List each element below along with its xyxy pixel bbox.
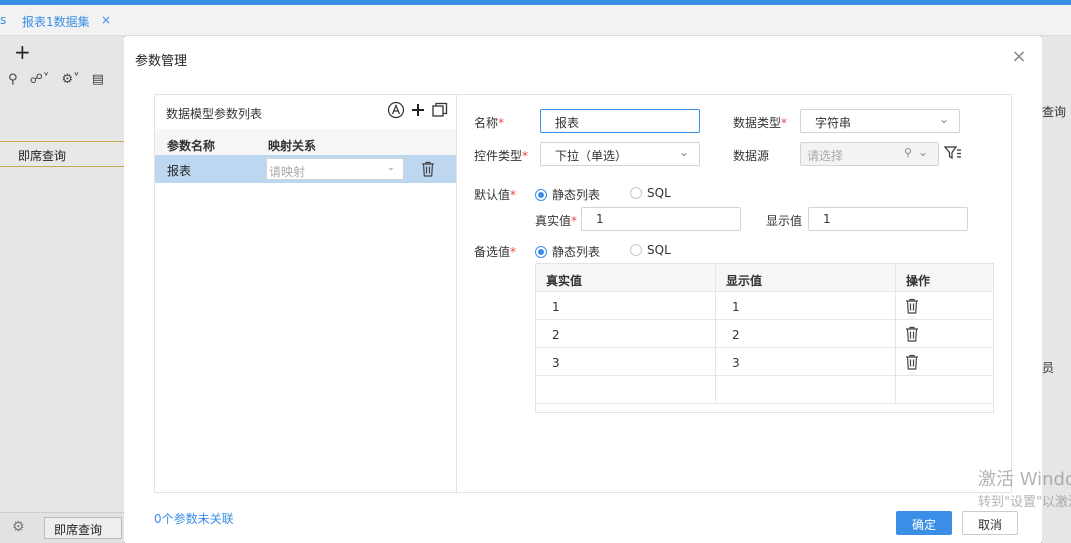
confirm-button[interactable]: 确定 [896,511,952,535]
options-table-header: 真实值 显示值 操作 [536,264,993,292]
table-row: 3 3 [536,348,993,376]
cancel-button[interactable]: 取消 [962,511,1018,535]
cell-display-value[interactable]: 2 [722,320,740,347]
chevron-down-icon: ⌄ [678,145,689,159]
display-value-label: 显示值 [766,214,803,228]
cell-real-value[interactable]: 3 [542,348,560,375]
bottom-tab-adhoc-query[interactable]: 即席查询 [44,517,122,539]
real-value-input[interactable]: 1 [581,207,741,231]
copy-icon[interactable] [431,101,449,119]
cell-display-value[interactable]: 3 [722,348,740,375]
search-icon: ⚲ [903,146,912,159]
tab-close-icon[interactable]: × [101,13,111,27]
chevron-down-icon: ⌄ [938,112,949,126]
parameter-name: 报表 [167,164,192,178]
column-divider [895,264,896,404]
default-radio-static-list[interactable]: 静态列表 [535,186,600,202]
real-value-label: 真实值* [535,214,578,228]
chevron-down-icon: ⌄ [386,162,395,173]
activation-watermark-subtitle: 转到"设置"以激活 [978,495,1071,510]
delete-row-icon[interactable] [905,354,919,370]
data-source-select: 请选择 ⚲ ⌄ [800,142,939,166]
cell-real-value[interactable]: 2 [542,320,560,347]
dialog-body: 数据模型参数列表 参数名称 映射关系 报表 请映射 ⌄ 名称* 报表 数据类型*… [154,94,1012,493]
auto-map-icon[interactable] [387,101,405,119]
more-icon[interactable]: ▤ [92,72,104,87]
delete-row-icon[interactable] [905,326,919,342]
cell-real-value[interactable]: 1 [542,292,560,319]
graph-icon[interactable]: ☍˅ [30,72,50,87]
gear-icon[interactable]: ⚙˅ [61,72,79,87]
data-source-placeholder: 请选择 [807,149,844,163]
default-radio-sql[interactable]: SQL [630,186,671,202]
options-label: 备选值* [474,245,517,259]
name-label: 名称* [474,116,505,130]
parameter-list-header: 参数名称 映射关系 [155,129,456,155]
options-table: 真实值 显示值 操作 1 1 2 2 3 3 [535,263,994,413]
control-type-value: 下拉（单选） [555,149,628,163]
name-input[interactable]: 报表 [540,109,700,133]
column-divider [715,264,716,404]
app-bottom-bar: ⚙ 即席查询 [0,512,124,543]
table-row: 1 1 [536,292,993,320]
close-icon[interactable]: × [1009,46,1029,67]
filter-icon[interactable] [944,145,962,163]
header-real-value: 真实值 [546,274,583,288]
header-display-value: 显示值 [726,274,763,288]
mapping-placeholder: 请映射 [269,165,306,179]
delete-parameter-icon[interactable] [421,161,435,177]
options-radio-sql[interactable]: SQL [630,243,671,259]
control-type-label: 控件类型* [474,149,529,163]
parameter-list-panel: 数据模型参数列表 参数名称 映射关系 报表 请映射 ⌄ [155,95,457,492]
options-radio-static-list[interactable]: 静态列表 [535,243,600,259]
cell-display-value[interactable]: 1 [722,292,740,319]
search-icon[interactable]: ⚲ [8,72,18,87]
tab-fragment[interactable]: s [0,13,6,27]
app-tab-bar: s 报表1数据集 × [0,5,1071,36]
data-type-label: 数据类型* [733,116,788,130]
mapping-select[interactable]: 请映射 ⌄ [266,158,404,180]
chevron-down-icon: ⌄ [917,145,928,159]
data-source-label: 数据源 [733,149,770,163]
delete-row-icon[interactable] [905,298,919,314]
column-header-mapping: 映射关系 [268,139,317,153]
app-toolbar: ⚲ ☍˅ ⚙˅ ▤ [8,72,118,90]
sidebar-item-adhoc-query[interactable]: 即席查询 [0,141,124,167]
table-row-empty[interactable] [536,376,993,404]
data-type-value: 字符串 [815,116,852,130]
activation-watermark-title: 激活 Windows [978,469,1071,490]
settings-icon[interactable]: ⚙ [12,519,25,535]
app-left-panel [0,36,124,543]
parameter-list-title: 数据模型参数列表 [166,107,263,121]
default-value-label: 默认值* [474,188,517,202]
column-header-param-name: 参数名称 [167,139,216,153]
add-parameter-icon[interactable] [409,101,427,119]
right-panel-label: 查询 [1042,105,1067,119]
data-type-select[interactable]: 字符串 ⌄ [800,109,960,133]
parameter-list-toolbar [387,101,451,121]
tab-report-dataset[interactable]: 报表1数据集 [22,13,90,30]
display-value-input[interactable]: 1 [808,207,968,231]
add-icon[interactable]: + [14,40,31,64]
unlinked-params-link[interactable]: 0个参数未关联 [154,510,234,527]
dialog-title: 参数管理 [135,54,188,69]
table-row: 2 2 [536,320,993,348]
header-actions: 操作 [906,274,931,288]
parameter-row[interactable]: 报表 请映射 ⌄ [155,155,456,183]
control-type-select[interactable]: 下拉（单选） ⌄ [540,142,700,166]
parameter-management-dialog: 参数管理 × 数据模型参数列表 参数名称 映射关系 报表 请映射 ⌄ 名称* 报… [124,36,1042,543]
right-panel-label-2: 员 [1042,361,1055,375]
